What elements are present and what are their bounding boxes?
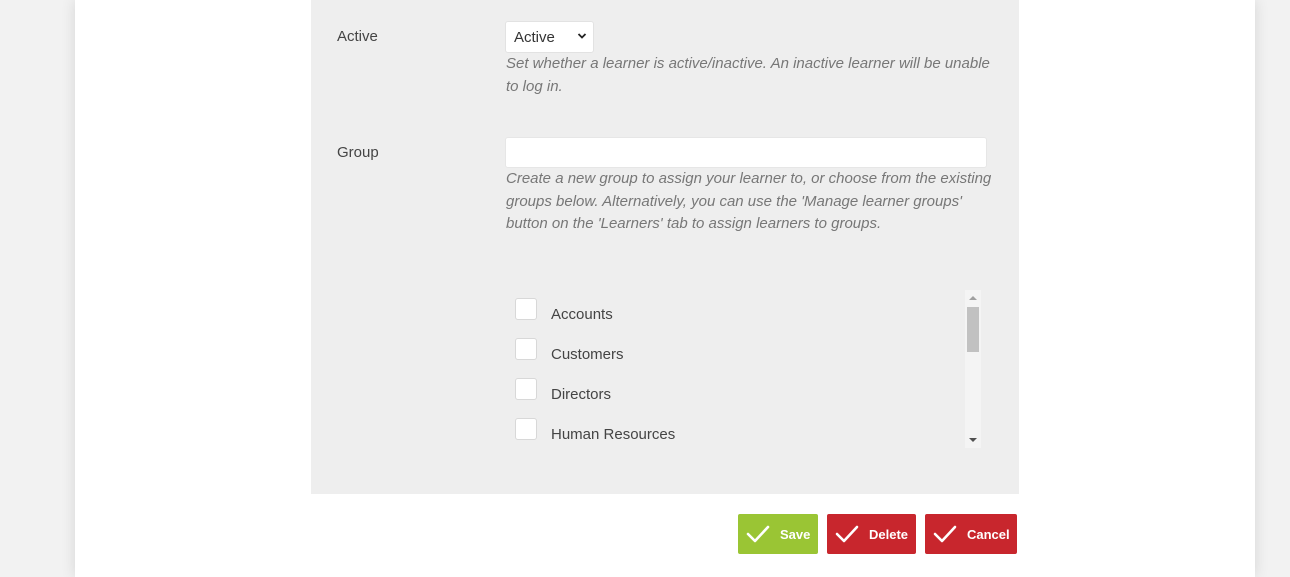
learner-form-panel: Active Active Set whether a learner is a… <box>311 0 1019 494</box>
active-select[interactable]: Active <box>505 21 594 53</box>
active-help-text: Set whether a learner is active/inactive… <box>506 55 990 95</box>
save-button[interactable]: Save <box>738 514 818 554</box>
checkmark-icon <box>746 525 770 543</box>
checkmark-icon <box>933 525 957 543</box>
save-button-label: Save <box>780 526 811 542</box>
group-item-label: Human Resources <box>551 426 676 443</box>
group-label: Group <box>337 144 379 161</box>
page-container: Active Active Set whether a learner is a… <box>75 0 1255 577</box>
delete-button[interactable]: Delete <box>827 514 916 554</box>
scroll-thumb[interactable] <box>967 307 979 352</box>
group-list-scrollbar[interactable] <box>965 290 981 448</box>
active-label: Active <box>337 28 378 45</box>
checkbox[interactable] <box>515 298 537 320</box>
cancel-button-label: Cancel <box>967 526 1010 542</box>
checkbox[interactable] <box>515 338 537 360</box>
group-item-directors[interactable]: Directors <box>515 378 955 403</box>
group-item-accounts[interactable]: Accounts <box>515 298 955 323</box>
group-item-label: Customers <box>551 346 624 363</box>
chevron-down-icon <box>577 33 587 39</box>
checkbox[interactable] <box>515 378 537 400</box>
group-item-label: Directors <box>551 386 612 403</box>
group-input[interactable] <box>505 137 987 168</box>
group-item-label: Accounts <box>551 306 613 323</box>
checkmark-icon <box>835 525 859 543</box>
scroll-down-arrow-icon[interactable] <box>969 437 977 443</box>
cancel-button[interactable]: Cancel <box>925 514 1017 554</box>
active-select-value: Active <box>514 28 555 46</box>
checkbox[interactable] <box>515 418 537 440</box>
group-item-human-resources[interactable]: Human Resources <box>515 418 955 443</box>
delete-button-label: Delete <box>869 526 909 542</box>
scroll-up-arrow-icon[interactable] <box>969 295 977 301</box>
group-item-customers[interactable]: Customers <box>515 338 955 363</box>
group-checkbox-list[interactable]: Accounts Customers Directors Human Resou… <box>505 290 981 448</box>
group-help-text: Create a new group to assign your learne… <box>506 170 992 232</box>
